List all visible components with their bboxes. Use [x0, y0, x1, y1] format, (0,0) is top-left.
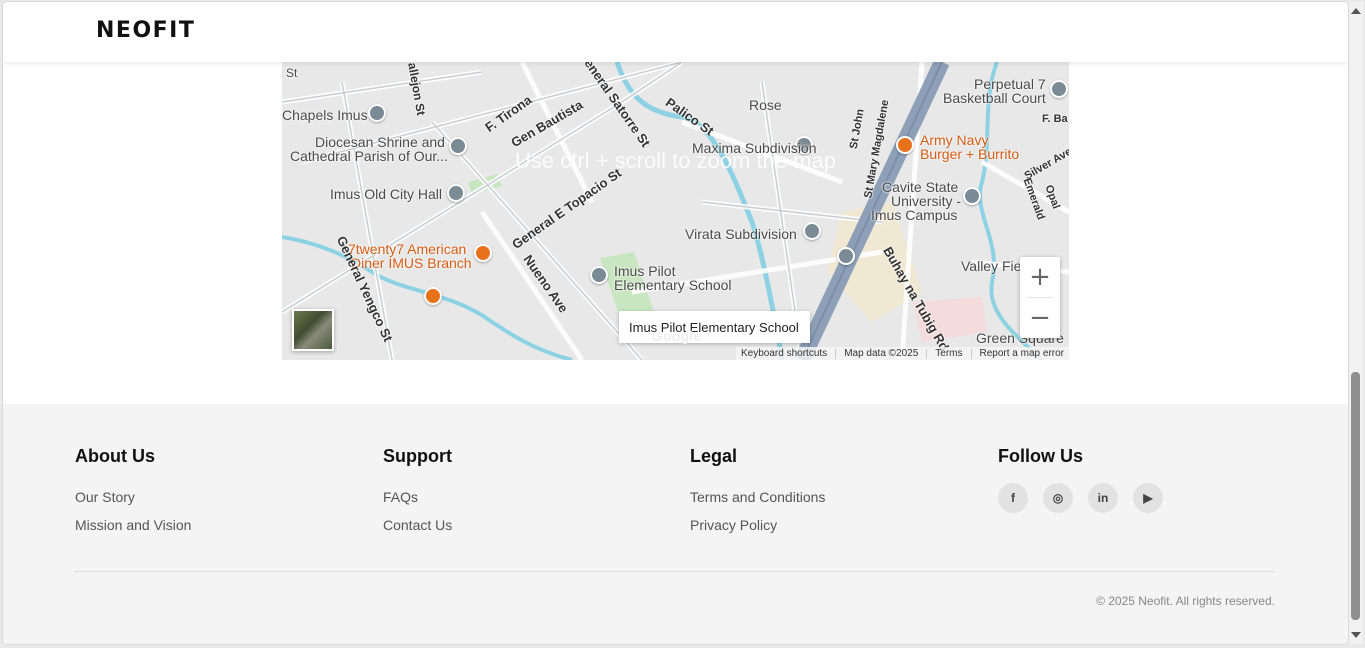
- divider: [970, 348, 972, 359]
- map-label: Chapels Imus: [282, 107, 368, 123]
- army-navy-pin-icon[interactable]: [896, 136, 914, 154]
- map-attribution: Keyboard shortcuts Map data ©2025 Terms …: [736, 347, 1069, 360]
- site-logo[interactable]: NEOFIT: [96, 18, 195, 43]
- university-pin-icon[interactable]: [963, 187, 981, 205]
- browser-viewport: NEOFIT Chapels Imus Diocesan Shrine and …: [3, 2, 1348, 644]
- facebook-icon[interactable]: f: [998, 483, 1028, 513]
- copyright: © 2025 Neofit. All rights reserved.: [1096, 594, 1275, 608]
- basketball-pin-icon[interactable]: [1050, 80, 1068, 98]
- bus-stop-icon[interactable]: [837, 247, 855, 265]
- contact-us-link[interactable]: Contact Us: [383, 517, 452, 533]
- map-label: F. Ba: [1042, 113, 1068, 125]
- map-label: Diocesan Shrine and: [315, 134, 445, 150]
- map-label: Valley Fie: [961, 258, 1022, 274]
- map-label: Basketball Court: [943, 90, 1046, 106]
- cafe-pin-icon[interactable]: [424, 287, 442, 305]
- map-label: Imus Old City Hall: [330, 186, 443, 202]
- footer-heading: Follow Us: [998, 446, 1083, 466]
- map-label: University -: [891, 193, 962, 209]
- privacy-policy-link[interactable]: Privacy Policy: [690, 517, 825, 533]
- zoom-out-button[interactable]: −: [1020, 298, 1060, 338]
- footer-heading: Support: [383, 446, 452, 466]
- footer-divider: [75, 571, 1275, 572]
- map-label: Rose: [749, 97, 782, 113]
- youtube-icon[interactable]: ▶: [1133, 483, 1163, 513]
- map-label: Army Navy: [920, 132, 989, 148]
- map-label: Elementary School: [614, 277, 732, 293]
- church-pin-icon[interactable]: [449, 137, 467, 155]
- embedded-map[interactable]: Chapels Imus Diocesan Shrine and Cathedr…: [282, 62, 1069, 360]
- zoom-in-button[interactable]: +: [1020, 257, 1060, 297]
- map-label: St: [286, 66, 298, 80]
- divider: [926, 348, 928, 359]
- scrollbar-thumb[interactable]: [1351, 372, 1360, 620]
- footer-legal: Legal Terms and Conditions Privacy Polic…: [690, 446, 825, 545]
- our-story-link[interactable]: Our Story: [75, 489, 191, 505]
- satellite-toggle-button[interactable]: [292, 309, 334, 351]
- report-map-error-link[interactable]: Report a map error: [980, 348, 1064, 359]
- footer-heading: Legal: [690, 446, 738, 466]
- restaurant-pin-icon[interactable]: [474, 244, 492, 262]
- chapels-pin-icon[interactable]: [368, 104, 386, 122]
- footer-follow: Follow Us f ◎ in ▶: [998, 446, 1163, 513]
- map-label: Cavite State: [882, 179, 959, 195]
- page-scrollbar[interactable]: [1349, 2, 1363, 644]
- scroll-down-arrow-icon[interactable]: [1351, 632, 1361, 638]
- map-label: 7twenty7 American: [348, 241, 467, 257]
- virata-pin-icon[interactable]: [803, 222, 821, 240]
- map-label: Imus Pilot: [614, 263, 676, 279]
- scroll-zoom-hint: Use ctrl + scroll to zoom the map: [515, 148, 836, 173]
- site-footer: About Us Our Story Mission and Vision Su…: [3, 404, 1348, 644]
- city-hall-pin-icon[interactable]: [447, 184, 465, 202]
- terms-conditions-link[interactable]: Terms and Conditions: [690, 489, 825, 505]
- scroll-up-arrow-icon[interactable]: [1351, 8, 1361, 14]
- divider: [835, 348, 837, 359]
- linkedin-icon[interactable]: in: [1088, 483, 1118, 513]
- school-pin-icon[interactable]: [590, 266, 608, 284]
- social-links: f ◎ in ▶: [998, 483, 1163, 513]
- mission-vision-link[interactable]: Mission and Vision: [75, 517, 191, 533]
- site-header: NEOFIT: [3, 2, 1348, 62]
- place-tooltip: Imus Pilot Elementary School: [619, 311, 810, 343]
- map-label: Cathedral Parish of Our...: [290, 148, 448, 164]
- footer-about: About Us Our Story Mission and Vision: [75, 446, 191, 545]
- faqs-link[interactable]: FAQs: [383, 489, 452, 505]
- google-logo: Google: [652, 328, 702, 344]
- map-label: Diner IMUS Branch: [351, 255, 472, 271]
- map-label: Imus Campus: [871, 207, 958, 223]
- instagram-icon[interactable]: ◎: [1043, 483, 1073, 513]
- terms-link[interactable]: Terms: [935, 348, 962, 359]
- map-label: Perpetual 7: [974, 76, 1046, 92]
- map-data-text: Map data ©2025: [844, 348, 919, 359]
- footer-heading: About Us: [75, 446, 155, 466]
- map-label: Virata Subdivision: [685, 226, 797, 242]
- keyboard-shortcuts-link[interactable]: Keyboard shortcuts: [741, 348, 827, 359]
- map-label: Burger + Burrito: [920, 146, 1020, 162]
- footer-support: Support FAQs Contact Us: [383, 446, 452, 545]
- zoom-controls: + −: [1020, 257, 1060, 338]
